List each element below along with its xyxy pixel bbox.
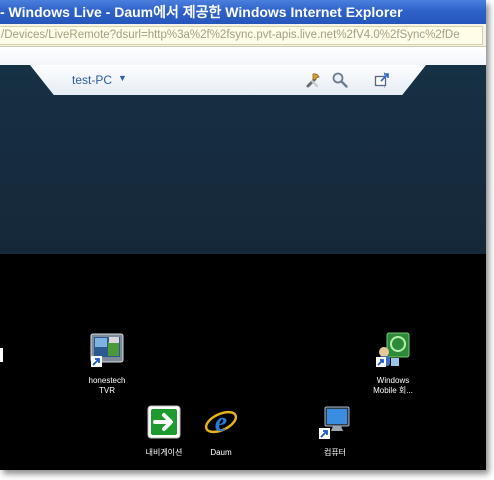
icon-label-line1: Windows (376, 376, 410, 385)
windows-mobile-icon (358, 332, 428, 373)
address-bar: /Devices/LiveRemote?dsurl=http%3a%2f%2fs… (0, 24, 486, 47)
honestech-tvr-icon (72, 332, 142, 373)
desktop-icon-daum[interactable]: e Daum (186, 404, 256, 458)
icon-label-line1: honestech (88, 376, 126, 385)
chevron-down-icon[interactable]: ▼ (118, 73, 127, 83)
browser-window: - Windows Live - Daum에서 제공한 Windows Inte… (0, 0, 486, 470)
svg-text:e: e (215, 407, 227, 438)
desktop-icon-windows-mobile[interactable]: Windows Mobile 회... (358, 332, 428, 396)
icon-label-line2: TVR (99, 386, 115, 395)
popout-icon[interactable] (373, 71, 391, 89)
window-title: - Windows Live - Daum에서 제공한 Windows Inte… (0, 4, 403, 20)
address-input[interactable]: /Devices/LiveRemote?dsurl=http%3a%2f%2fs… (0, 26, 483, 45)
tools-icon[interactable] (304, 71, 322, 89)
computer-icon (300, 404, 370, 445)
icon-label: 컴퓨터 (323, 448, 347, 457)
icon-label-line2: Mobile 회... (373, 386, 413, 395)
window-title-bar: - Windows Live - Daum에서 제공한 Windows Inte… (0, 0, 486, 24)
browser-toolstrip (0, 47, 486, 65)
device-tab: test-PC ▼ (30, 65, 426, 95)
internet-explorer-icon: e (186, 404, 256, 445)
device-selector[interactable]: test-PC (72, 73, 112, 87)
search-icon[interactable] (331, 71, 349, 89)
desktop-edge-marker (0, 348, 3, 362)
desktop-icon-honestech-tvr[interactable]: honestech TVR (72, 332, 142, 396)
address-url: /Devices/LiveRemote?dsurl=http%3a%2f%2fs… (1, 29, 460, 41)
icon-label: Daum (210, 448, 232, 457)
desktop-icon-computer[interactable]: 컴퓨터 (300, 404, 370, 458)
remote-desktop: honestech TVR Windows Mobile 회... 내비게이션 … (0, 254, 486, 470)
